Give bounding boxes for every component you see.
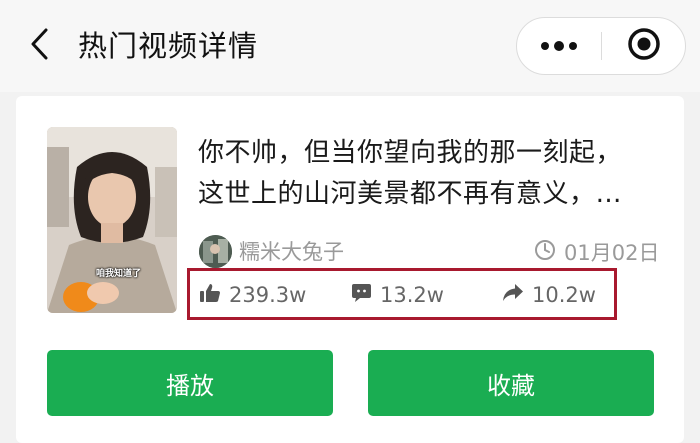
share-count-value: 10.2w: [532, 283, 596, 307]
comment-count[interactable]: 13.2w: [351, 282, 444, 308]
date-text: 01月02日: [564, 241, 660, 265]
thumbnail-caption: 咱我知道了: [96, 269, 142, 279]
more-button[interactable]: [517, 18, 601, 74]
more-dots-icon: [539, 37, 579, 56]
share-arrow-icon: [502, 283, 524, 307]
publish-date: 01月02日: [534, 238, 659, 266]
share-count[interactable]: 10.2w: [502, 282, 596, 308]
target-close-icon: [627, 27, 661, 65]
page-title: 热门视频详情: [78, 29, 259, 63]
play-button[interactable]: 播放: [47, 350, 333, 416]
thumbs-up-icon: [199, 283, 221, 307]
back-button[interactable]: [22, 26, 56, 66]
chevron-left-icon: [30, 28, 48, 64]
clock-icon: [534, 239, 556, 265]
thumbnail-image: [47, 127, 177, 313]
like-count-value: 239.3w: [229, 283, 307, 307]
favorite-button[interactable]: 收藏: [368, 350, 654, 416]
video-thumbnail[interactable]: [47, 127, 177, 313]
comment-icon: [351, 283, 372, 307]
close-button[interactable]: [602, 18, 686, 74]
comment-count-value: 13.2w: [380, 283, 444, 307]
author-avatar[interactable]: [199, 235, 232, 268]
video-title[interactable]: 你不帅，但当你望向我的那一刻起，这世上的山河美景都不再有意义，…: [198, 133, 638, 215]
mini-program-capsule: [516, 17, 686, 75]
author-name[interactable]: 糯米大兔子: [239, 237, 344, 267]
like-count[interactable]: 239.3w: [199, 282, 306, 308]
